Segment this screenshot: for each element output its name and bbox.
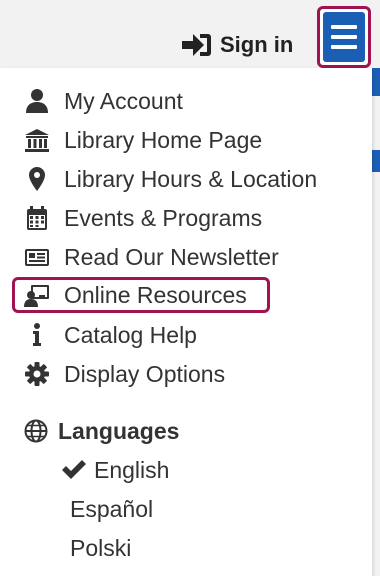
menu-item-my-account[interactable]: My Account [12, 84, 362, 118]
calendar-icon [22, 205, 52, 231]
menu-item-online-resources[interactable]: Online Resources [12, 277, 270, 313]
menu-item-label: Read Our Newsletter [64, 243, 279, 270]
user-icon [22, 88, 52, 114]
sign-in-label: Sign in [220, 32, 294, 57]
languages-title: Languages [58, 417, 180, 444]
online-resources-icon [22, 282, 52, 308]
hamburger-menu-button[interactable] [317, 6, 371, 68]
menu-item-read-our-newsletter[interactable]: Read Our Newsletter [12, 240, 362, 274]
menu-item-library-hours-location[interactable]: Library Hours & Location [12, 162, 362, 196]
menu-item-label: Events & Programs [64, 204, 263, 231]
globe-icon [24, 419, 48, 443]
map-pin-icon [22, 166, 52, 192]
checkmark-icon [62, 460, 86, 479]
menu-item-display-options[interactable]: Display Options [12, 357, 362, 391]
dropdown-menu: My Account Library Home Page Library Hou… [0, 68, 372, 576]
hamburger-menu-icon [323, 12, 365, 62]
menu-item-label: Library Hours & Location [64, 165, 318, 192]
menu-item-label: My Account [64, 87, 183, 114]
language-option-polski[interactable]: Polski [70, 531, 131, 565]
language-option-espanol[interactable]: Español [70, 492, 153, 526]
language-option-label: English [94, 456, 170, 483]
menu-item-label: Catalog Help [64, 321, 197, 348]
menu-item-library-home-page[interactable]: Library Home Page [12, 123, 362, 157]
info-icon [22, 322, 52, 348]
sign-in-icon [182, 34, 211, 56]
menu-item-catalog-help[interactable]: Catalog Help [12, 318, 362, 352]
menu-item-label: Online Resources [64, 281, 247, 308]
language-option-label: Español [70, 495, 154, 522]
newspaper-icon [22, 244, 52, 270]
top-bar: Sign in [0, 0, 380, 68]
language-option-label: Polski [70, 534, 132, 561]
library-building-icon [22, 127, 52, 153]
menu-item-events-programs[interactable]: Events & Programs [12, 201, 362, 235]
language-option-english[interactable]: English [60, 453, 169, 487]
background-edge [372, 68, 380, 96]
sign-in-link[interactable]: Sign in [180, 30, 293, 60]
gear-icon [22, 361, 52, 387]
menu-item-label: Library Home Page [64, 126, 263, 153]
languages-heading: Languages [24, 414, 179, 448]
menu-item-label: Display Options [64, 360, 226, 387]
background-edge [372, 150, 380, 172]
